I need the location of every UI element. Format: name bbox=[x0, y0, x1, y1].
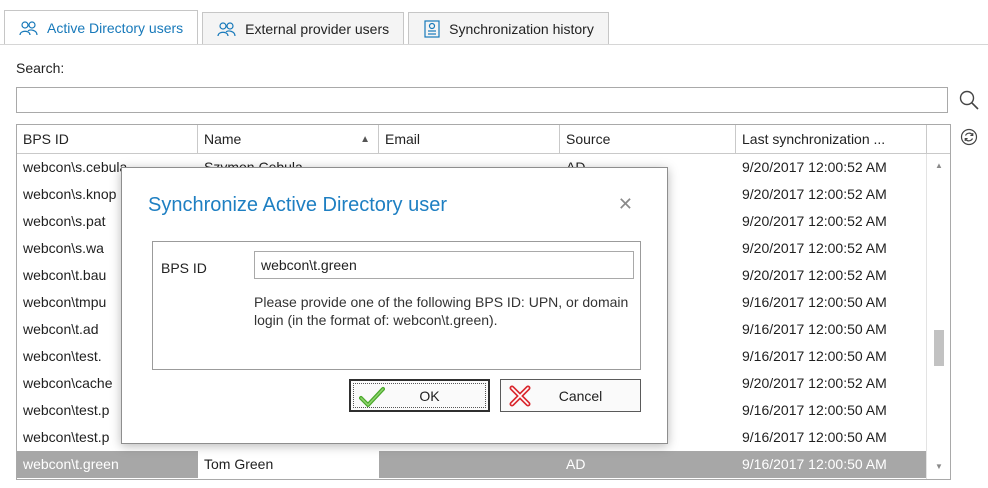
column-header-source[interactable]: Source bbox=[560, 125, 736, 154]
tab-active-directory-users[interactable]: Active Directory users bbox=[4, 10, 199, 44]
cell-last-sync: 9/20/2017 12:00:52 AM bbox=[742, 186, 887, 202]
help-text: Please provide one of the following BPS … bbox=[254, 294, 629, 328]
tab-external-provider-users[interactable]: External provider users bbox=[202, 12, 405, 44]
users-icon bbox=[19, 20, 39, 36]
column-label: Name bbox=[204, 131, 242, 147]
tab-label: External provider users bbox=[245, 20, 390, 37]
column-header-email[interactable]: Email bbox=[379, 125, 560, 154]
cell-name: Tom Green bbox=[198, 451, 379, 478]
cell-last-sync: 9/20/2017 12:00:52 AM bbox=[742, 267, 887, 283]
search-icon[interactable] bbox=[958, 89, 980, 114]
close-icon[interactable]: ✕ bbox=[618, 194, 633, 215]
column-header-bps-id[interactable]: BPS ID bbox=[17, 125, 198, 154]
sync-history-icon bbox=[423, 19, 441, 38]
cell-last-sync: 9/16/2017 12:00:50 AM bbox=[742, 294, 887, 310]
scroll-thumb[interactable] bbox=[934, 330, 944, 366]
cell-bps-id: webcon\t.green bbox=[23, 456, 119, 472]
tabs-divider bbox=[0, 44, 988, 45]
cell-last-sync: 9/20/2017 12:00:52 AM bbox=[742, 375, 887, 391]
cell-email bbox=[379, 451, 560, 478]
cancel-label: Cancel bbox=[558, 387, 603, 404]
dialog-form-panel: BPS ID Please provide one of the followi… bbox=[152, 241, 641, 370]
users-icon bbox=[217, 21, 237, 37]
table-row[interactable]: webcon\t.green Tom Green AD 9/16/2017 12:00… bbox=[17, 451, 927, 478]
ok-button[interactable]: OK bbox=[349, 379, 490, 412]
grid-header: BPS ID Name ▲ Email Source Last synchron… bbox=[17, 125, 950, 154]
tab-bar: Active Directory users External provider… bbox=[4, 10, 613, 44]
cell-last-sync: 9/16/2017 12:00:50 AM bbox=[742, 321, 887, 337]
bps-id-field[interactable] bbox=[254, 251, 634, 279]
search-input[interactable] bbox=[16, 87, 948, 113]
tab-synchronization-history[interactable]: Synchronization history bbox=[408, 12, 609, 44]
cell-source: AD bbox=[566, 456, 586, 472]
cell-last-sync: 9/20/2017 12:00:52 AM bbox=[742, 159, 887, 175]
dialog-title: Synchronize Active Directory user bbox=[148, 194, 448, 216]
cell-last-sync: 9/16/2017 12:00:50 AM bbox=[742, 402, 887, 418]
cell-last-sync: 9/16/2017 12:00:50 AM bbox=[742, 429, 887, 445]
tab-label: Synchronization history bbox=[449, 20, 594, 37]
tab-label: Active Directory users bbox=[47, 19, 184, 36]
cell-last-sync: 9/16/2017 12:00:50 AM bbox=[742, 348, 887, 364]
bps-id-label: BPS ID bbox=[161, 260, 207, 276]
cancel-button[interactable]: Cancel bbox=[500, 379, 641, 412]
refresh-icon[interactable] bbox=[960, 128, 978, 149]
search-label: Search: bbox=[16, 60, 65, 76]
cell-last-sync: 9/20/2017 12:00:52 AM bbox=[742, 213, 887, 229]
sort-ascending-icon: ▲ bbox=[360, 134, 370, 145]
vertical-scrollbar[interactable]: ▲ ▼ bbox=[926, 154, 950, 479]
scroll-up-arrow-icon[interactable]: ▲ bbox=[927, 154, 950, 178]
cell-last-sync: 9/20/2017 12:00:52 AM bbox=[742, 240, 887, 256]
scroll-down-arrow-icon[interactable]: ▼ bbox=[927, 455, 950, 479]
cell-last-sync: 9/16/2017 12:00:50 AM bbox=[742, 456, 887, 472]
ok-label: OK bbox=[419, 387, 440, 404]
column-header-name[interactable]: Name ▲ bbox=[198, 125, 379, 154]
column-header-last-sync[interactable]: Last synchronization ... bbox=[736, 125, 927, 154]
synchronize-user-dialog: Synchronize Active Directory user ✕ BPS … bbox=[121, 167, 668, 444]
